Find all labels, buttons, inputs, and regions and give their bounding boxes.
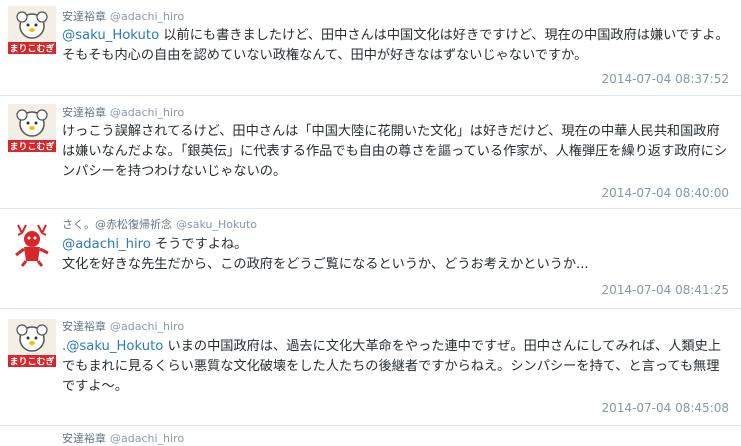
tweet-header: 安達裕章 @adachi_hiro (62, 8, 184, 24)
timestamp[interactable]: 2014-07-04 08:37:52 (602, 72, 729, 86)
tweet-item[interactable]: まりこむぎ 安達裕章 @adachi_hiro .@saku_Hokuto いまの… (0, 309, 741, 426)
avatar[interactable]: まりこむぎ (8, 104, 56, 152)
tweet-header: さく。@赤松復帰祈念 @saku_Hokuto (62, 216, 257, 232)
author-handle[interactable]: @adachi_hiro (110, 10, 184, 23)
tweet-body: けっこう誤解されてるけど、田中さんは「中国大陸に花開いた文化」は好きだけど、現在… (62, 124, 728, 179)
author-name[interactable]: 安達裕章 (62, 432, 106, 445)
author-name[interactable]: 安達裕章 (62, 10, 106, 23)
svg-text:まりこむぎ: まりこむぎ (9, 141, 54, 153)
avatar[interactable]: まりこむぎ (8, 319, 56, 367)
author-handle[interactable]: @saku_Hokuto (176, 218, 257, 231)
tweet-item[interactable]: 安達裕章 @adachi_hiro (0, 426, 741, 445)
tweet-header: 安達裕章 @adachi_hiro (62, 430, 184, 446)
tweet-body: 以前にも書きましたけど、田中さんは中国文化は好きですけど、現在の中国政府は嫌いで… (62, 28, 729, 63)
tweet-item[interactable]: まりこむぎ 安達裕章 @adachi_hiro けっこう誤解されてるけど、田中さん… (0, 96, 741, 209)
avatar[interactable]: まりこむぎ (8, 6, 56, 54)
author-name[interactable]: 安達裕章 (62, 106, 106, 119)
tweet-text: @adachi_hiro そうですよね。 文化を好きな先生だから、この政府をどう… (62, 235, 729, 275)
timestamp[interactable]: 2014-07-04 08:45:08 (602, 401, 729, 415)
timestamp[interactable]: 2014-07-04 08:41:25 (602, 283, 729, 297)
author-handle[interactable]: @adachi_hiro (110, 106, 184, 119)
svg-text:まりこむぎ: まりこむぎ (9, 43, 54, 55)
svg-text:まりこむぎ: まりこむぎ (9, 356, 54, 368)
mention-link[interactable]: .@saku_Hokuto (62, 339, 163, 354)
author-name[interactable]: さく。@赤松復帰祈念 (62, 218, 172, 231)
mention-link[interactable]: @adachi_hiro (62, 237, 151, 252)
tweet-text: .@saku_Hokuto いまの中国政府は、過去に文化大革命をやった連中ですぜ… (62, 337, 729, 397)
tweet-body-line2: 文化を好きな先生だから、この政府をどうご覧になるというか、どうお考えかというか.… (62, 257, 589, 272)
tweet-header: 安達裕章 @adachi_hiro (62, 318, 184, 334)
author-handle[interactable]: @adachi_hiro (110, 432, 184, 445)
mention-link[interactable]: @saku_Hokuto (62, 28, 159, 43)
tweet-header: 安達裕章 @adachi_hiro (62, 104, 184, 120)
author-name[interactable]: 安達裕章 (62, 320, 106, 333)
timestamp[interactable]: 2014-07-04 08:40:00 (602, 186, 729, 200)
tweet-body: そうですよね。 (150, 237, 248, 252)
tweet-text: けっこう誤解されてるけど、田中さんは「中国大陸に花開いた文化」は好きだけど、現在… (62, 122, 729, 182)
tweet-item[interactable]: まりこむぎ 安達裕章 @adachi_hiro @saku_Hokuto 以前にも… (0, 0, 741, 96)
author-handle[interactable]: @adachi_hiro (110, 320, 184, 333)
tweet-feed: まりこむぎ 安達裕章 @adachi_hiro @saku_Hokuto 以前にも… (0, 0, 741, 445)
tweet-text: @saku_Hokuto 以前にも書きましたけど、田中さんは中国文化は好きですけ… (62, 26, 729, 66)
avatar[interactable] (8, 219, 56, 267)
tweet-item[interactable]: さく。@赤松復帰祈念 @saku_Hokuto @adachi_hiro そうです… (0, 209, 741, 309)
